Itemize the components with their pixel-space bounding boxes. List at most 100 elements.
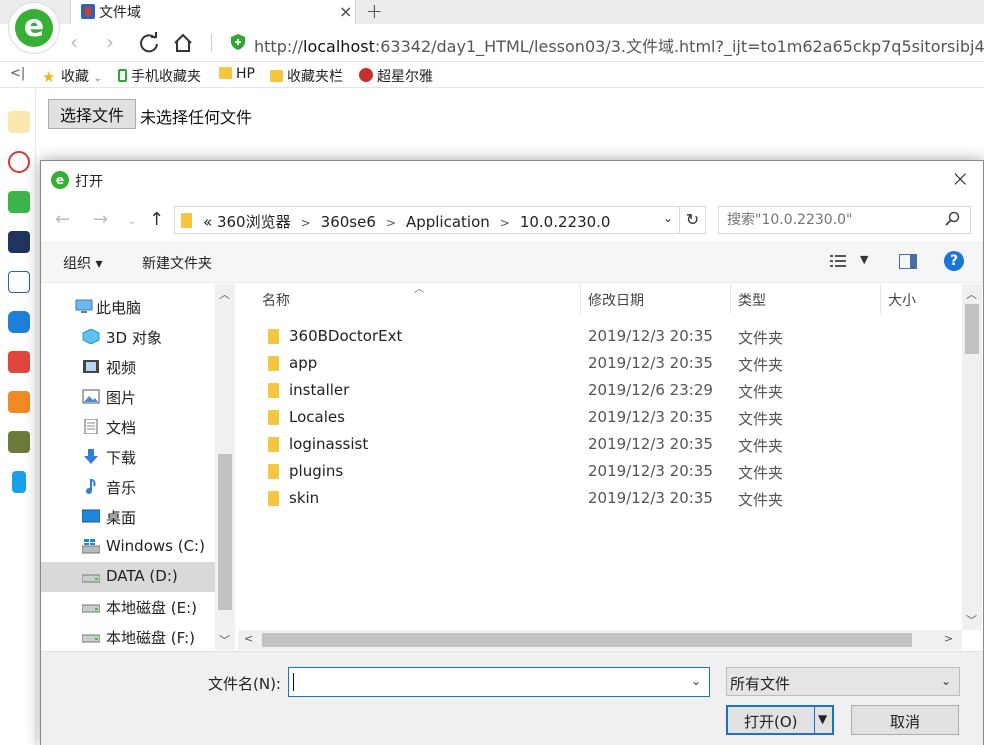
file-type: 文件夹	[738, 464, 784, 482]
chevron-down-icon[interactable]: ⌄	[663, 211, 673, 225]
scroll-left-icon[interactable]: <	[244, 632, 253, 645]
refresh-icon[interactable]: ↻	[679, 207, 705, 233]
sidebar-toggle-icon[interactable]: <|	[10, 66, 25, 81]
cancel-button[interactable]: 取消	[851, 705, 959, 735]
nav-item-drive-d[interactable]: DATA (D:)	[41, 562, 215, 592]
up-arrow-icon[interactable]: ↑	[149, 209, 164, 230]
favorite-item[interactable]: HP	[219, 66, 255, 82]
list-item[interactable]: app 2019/12/3 20:35 文件夹	[258, 350, 958, 377]
nav-item-pictures[interactable]: 图片	[41, 382, 215, 412]
breadcrumb-item[interactable]: 10.0.2230.0	[520, 213, 611, 231]
open-button[interactable]: 打开(O) ▼	[726, 705, 834, 735]
column-name[interactable]: 名称	[262, 290, 290, 310]
chevron-down-icon[interactable]: ⌄	[691, 674, 701, 688]
list-header: ︿ 名称 修改日期 类型 大小	[238, 284, 962, 314]
nav-item-drive-c[interactable]: Windows (C:)	[41, 532, 215, 562]
list-item[interactable]: skin 2019/12/3 20:35 文件夹	[258, 485, 958, 512]
breadcrumb-item[interactable]: Application	[406, 213, 490, 231]
weibo-icon[interactable]	[8, 151, 30, 173]
scrollbar-thumb[interactable]	[262, 633, 912, 647]
nav-item-label: 3D 对象	[106, 329, 162, 347]
list-horizontal-scrollbar[interactable]: < >	[238, 630, 962, 650]
forward-arrow-icon[interactable]: →	[93, 209, 108, 230]
column-size[interactable]: 大小	[888, 290, 916, 310]
nav-pane-scrollbar[interactable]: ︿ ﹀	[215, 284, 235, 650]
scrollbar-thumb[interactable]	[218, 454, 232, 610]
scrollbar-thumb[interactable]	[965, 304, 979, 354]
word-icon[interactable]	[8, 271, 30, 293]
favorite-item[interactable]: 手机收藏夹	[118, 66, 201, 86]
back-arrow-icon[interactable]: ←	[55, 209, 70, 230]
search-box[interactable]	[718, 206, 971, 234]
filetype-select[interactable]: 所有文件 ⌄	[726, 667, 960, 696]
new-folder-button[interactable]: 新建文件夹	[142, 253, 212, 273]
nav-item-downloads[interactable]: 下载	[41, 442, 215, 472]
list-item[interactable]: plugins 2019/12/3 20:35 文件夹	[258, 458, 958, 485]
mail-icon[interactable]	[8, 191, 30, 213]
favorite-item[interactable]: ★ 收藏 ⌄	[42, 66, 102, 86]
search-icon[interactable]	[945, 211, 961, 227]
choose-file-button[interactable]: 选择文件	[48, 99, 136, 129]
nav-item-drive-f[interactable]: 本地磁盘 (F:)	[41, 622, 215, 650]
news-icon[interactable]	[8, 231, 30, 253]
nav-item-video[interactable]: 视频	[41, 352, 215, 382]
preview-pane-icon[interactable]	[899, 254, 917, 269]
home-icon[interactable]	[172, 32, 194, 54]
scroll-down-icon[interactable]: ﹀	[966, 612, 977, 628]
nav-item-this-pc[interactable]: 此电脑	[41, 292, 215, 322]
address-bar[interactable]: http://localhost:63342/day1_HTML/lesson0…	[254, 33, 984, 57]
list-item[interactable]: 360BDoctorExt 2019/12/3 20:35 文件夹	[258, 323, 958, 350]
favorite-item[interactable]: 收藏夹栏	[270, 66, 343, 86]
nav-item-desktop[interactable]: 桌面	[41, 502, 215, 532]
filename-field[interactable]	[289, 668, 679, 696]
back-button[interactable]: ‹	[70, 30, 78, 54]
breadcrumb: « 360浏览器 >360se6 > Application >10.0.2230.0	[203, 213, 611, 231]
nav-item-documents[interactable]: 文档	[41, 412, 215, 442]
view-dropdown-icon[interactable]: ▼	[860, 253, 868, 266]
breadcrumb-item[interactable]: 360浏览器	[217, 213, 291, 231]
chevron-down-icon[interactable]: ⌄	[941, 674, 951, 688]
game-icon[interactable]	[8, 391, 30, 413]
column-divider[interactable]	[730, 284, 731, 314]
nav-item-music[interactable]: 音乐	[41, 472, 215, 502]
reload-icon[interactable]	[138, 32, 160, 54]
path-breadcrumb[interactable]: « 360浏览器 >360se6 > Application >10.0.2230.0 …	[174, 206, 706, 234]
new-tab-button[interactable]: +	[366, 0, 383, 23]
tab-active[interactable]: 文件域 ×	[70, 0, 356, 24]
list-item[interactable]: loginassist 2019/12/3 20:35 文件夹	[258, 431, 958, 458]
breadcrumb-overflow[interactable]: «	[203, 213, 212, 231]
column-type[interactable]: 类型	[738, 290, 766, 310]
close-icon[interactable]: ×	[951, 167, 969, 192]
game-icon[interactable]	[8, 431, 30, 453]
filename-combobox[interactable]: ⌄	[288, 667, 710, 697]
scroll-up-icon[interactable]: ︿	[966, 286, 977, 302]
open-dropdown-icon[interactable]: ▼	[818, 712, 827, 726]
forward-button[interactable]: ›	[106, 30, 114, 54]
search-input[interactable]	[719, 207, 939, 233]
column-divider[interactable]	[580, 284, 581, 314]
tab-close-icon[interactable]: ×	[339, 2, 352, 21]
view-options-icon[interactable]	[830, 254, 846, 268]
list-vertical-scrollbar[interactable]: ︿ ﹀	[962, 284, 982, 630]
browser-logo[interactable]: e	[8, 2, 60, 54]
drive-icon	[82, 634, 100, 643]
organize-button[interactable]: 组织 ▾	[63, 253, 102, 273]
nav-item-3d[interactable]: 3D 对象	[41, 322, 215, 352]
favorites-rail-icon[interactable]	[8, 111, 30, 133]
column-date[interactable]: 修改日期	[588, 290, 644, 310]
scroll-right-icon[interactable]: >	[944, 632, 953, 645]
chat-icon[interactable]	[8, 311, 30, 333]
scroll-down-icon[interactable]: ﹀	[219, 632, 230, 648]
help-icon[interactable]: ?	[944, 251, 964, 271]
game-icon[interactable]	[8, 351, 30, 373]
recent-dropdown-icon[interactable]: ⌄	[127, 214, 136, 227]
favorite-item[interactable]: 超星尔雅	[359, 66, 433, 86]
column-divider[interactable]	[880, 284, 881, 314]
list-item[interactable]: installer 2019/12/6 23:29 文件夹	[258, 377, 958, 404]
shield-icon[interactable]	[231, 34, 245, 50]
scroll-up-icon[interactable]: ︿	[219, 286, 230, 302]
list-item[interactable]: Locales 2019/12/3 20:35 文件夹	[258, 404, 958, 431]
nav-item-drive-e[interactable]: 本地磁盘 (E:)	[41, 592, 215, 622]
breadcrumb-item[interactable]: 360se6	[321, 213, 376, 231]
app-icon[interactable]	[12, 471, 26, 493]
